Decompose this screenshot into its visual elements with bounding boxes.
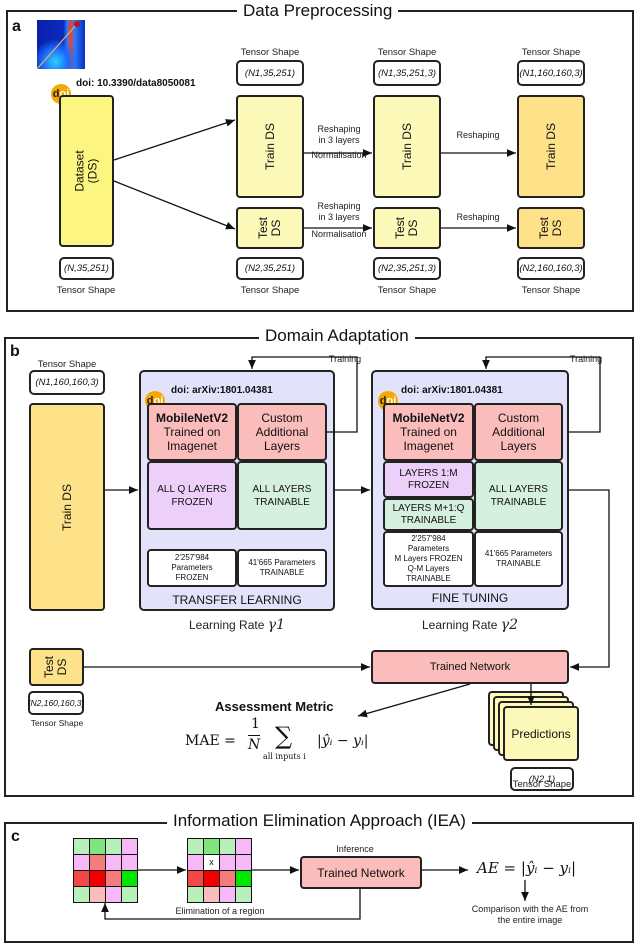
connector-lines — [84, 119, 610, 920]
